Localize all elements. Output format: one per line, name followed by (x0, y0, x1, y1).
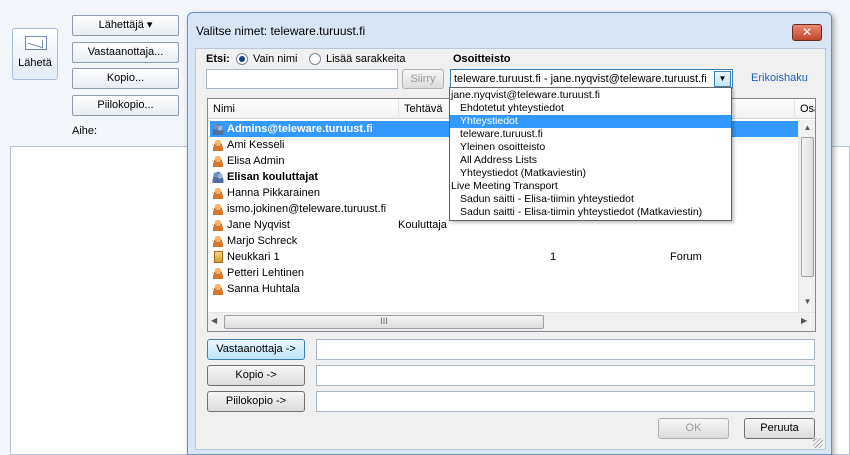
ok-button[interactable]: OK (658, 418, 729, 439)
scroll-down-icon[interactable]: ▼ (799, 294, 815, 310)
address-book-value: teleware.turuust.fi - jane.nyqvist@telew… (454, 73, 707, 85)
search-label: Etsi: (206, 53, 230, 65)
dropdown-item[interactable]: All Address Lists (450, 154, 731, 167)
subject-label: Aihe: (72, 125, 98, 137)
radio-name-only[interactable] (236, 53, 248, 65)
hscroll-thumb[interactable]: III (224, 315, 544, 329)
cc-button[interactable]: Kopio... (72, 68, 179, 89)
dropdown-item[interactable]: jane.nyqvist@teleware.turuust.fi (450, 89, 731, 102)
resize-grip-icon[interactable] (813, 438, 823, 448)
scroll-left-icon[interactable]: ◀ (211, 316, 217, 325)
dropdown-item[interactable]: Yhteystiedot (450, 115, 731, 128)
contact-name: Admins@teleware.turuust.fi (227, 123, 373, 135)
dropdown-item[interactable]: Sadun saitti - Elisa-tiimin yhteystiedot… (450, 206, 731, 219)
table-row[interactable]: Marjo Schreck (210, 233, 798, 249)
contact-name: Petteri Lehtinen (227, 267, 305, 279)
contact-name: Ami Kesseli (227, 139, 285, 151)
cancel-button[interactable]: Peruuta (744, 418, 815, 439)
dropdown-item[interactable]: Sadun saitti - Elisa-tiimin yhteystiedot (450, 193, 731, 206)
contact-title: Kouluttaja (398, 219, 447, 231)
table-row[interactable]: Neukkari 1 1 Forum (210, 249, 798, 265)
bcc-button[interactable]: Piilokopio... (72, 95, 179, 116)
contact-office: Forum (670, 251, 702, 263)
person-icon (212, 187, 224, 199)
person-icon (212, 139, 224, 151)
to-field[interactable] (316, 339, 815, 360)
contact-phone: 1 (550, 251, 557, 263)
to-button[interactable]: Vastaanottaja... (72, 42, 179, 63)
column-office[interactable]: Osa (795, 99, 815, 119)
bcc-add-button[interactable]: Piilokopio -> (207, 391, 305, 412)
person-icon (212, 219, 224, 231)
person-icon (212, 155, 224, 167)
cc-add-button[interactable]: Kopio -> (207, 365, 305, 386)
chevron-down-icon[interactable]: ▼ (714, 71, 731, 87)
contact-name: Hanna Pikkarainen (227, 187, 320, 199)
contact-name: ismo.jokinen@teleware.turuust.fi (227, 203, 387, 215)
dropdown-item[interactable]: Yhteystiedot (Matkaviestin) (450, 167, 731, 180)
send-label: Lähetä (18, 57, 52, 69)
cc-field[interactable] (316, 365, 815, 386)
dropdown-item[interactable]: Live Meeting Transport (450, 180, 731, 193)
address-book-select[interactable]: teleware.turuust.fi - jane.nyqvist@telew… (450, 69, 733, 89)
radio-name-only-label: Vain nimi (253, 53, 298, 65)
person-icon (212, 283, 224, 295)
contact-name: Neukkari 1 (227, 251, 280, 263)
address-book-dropdown: jane.nyqvist@teleware.turuust.fi Ehdotetu… (449, 87, 732, 221)
group-icon (212, 123, 224, 135)
person-icon (212, 235, 224, 247)
person-icon (212, 203, 224, 215)
dropdown-item[interactable]: Ehdotetut yhteystiedot (450, 102, 731, 115)
group-icon (212, 171, 224, 183)
contact-name: Jane Nyqvist (227, 219, 290, 231)
person-icon (212, 267, 224, 279)
address-book-label: Osoitteisto (453, 53, 511, 65)
go-button[interactable]: Siirry (402, 69, 444, 89)
horizontal-scrollbar[interactable]: ◀ III ▶ (208, 312, 815, 331)
scroll-thumb[interactable] (801, 137, 814, 277)
advanced-find-link[interactable]: Erikoishaku (751, 72, 808, 84)
bcc-field[interactable] (316, 391, 815, 412)
from-button[interactable]: Lähettäjä ▾ (72, 15, 179, 36)
send-button[interactable]: Lähetä (12, 28, 58, 80)
search-input[interactable] (206, 69, 398, 89)
vertical-scrollbar[interactable]: ▲ ▼ (798, 120, 815, 312)
close-icon[interactable]: ✕ (792, 24, 822, 41)
contact-name: Sanna Huhtala (227, 283, 300, 295)
scroll-right-icon[interactable]: ▶ (801, 316, 807, 325)
dropdown-item[interactable]: teleware.turuust.fi (450, 128, 731, 141)
to-add-button[interactable]: Vastaanottaja -> (207, 339, 305, 360)
contact-name: Marjo Schreck (227, 235, 298, 247)
column-name[interactable]: Nimi (208, 99, 399, 119)
table-row[interactable]: Petteri Lehtinen (210, 265, 798, 281)
select-names-dialog: Valitse nimet: teleware.turuust.fi ✕ Ets… (187, 12, 832, 455)
dialog-title: Valitse nimet: teleware.turuust.fi (196, 24, 366, 38)
table-row[interactable]: Sanna Huhtala (210, 281, 798, 297)
envelope-icon (25, 36, 47, 50)
room-icon (214, 251, 223, 263)
contact-name: Elisan kouluttajat (227, 171, 319, 183)
contact-name: Elisa Admin (227, 155, 285, 167)
radio-more-columns-label: Lisää sarakkeita (326, 53, 406, 65)
scroll-up-icon[interactable]: ▲ (799, 120, 815, 136)
dropdown-item[interactable]: Yleinen osoitteisto (450, 141, 731, 154)
radio-more-columns[interactable] (309, 53, 321, 65)
